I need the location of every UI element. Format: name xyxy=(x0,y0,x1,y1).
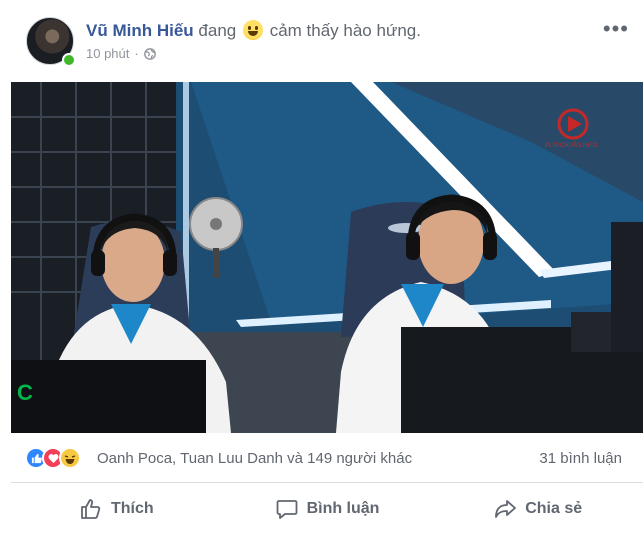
share-label: Chia sẻ xyxy=(525,500,583,517)
post-actions: Thích Bình luận Chia sẻ xyxy=(11,484,643,534)
comment-count[interactable]: 31 bình luận xyxy=(539,450,622,467)
comment-button[interactable]: Bình luận xyxy=(222,484,433,534)
reaction-summary[interactable]: Oanh Poca, Tuan Luu Danh và 149 người kh… xyxy=(97,450,412,467)
side-panel xyxy=(611,222,643,352)
left-monitor xyxy=(11,360,206,433)
activity-suffix: cảm thấy hào hứng. xyxy=(269,21,421,40)
post-card: Vũ Minh Hiếu đang cảm thấy hào hứng. 10 … xyxy=(11,0,643,543)
like-button[interactable]: Thích xyxy=(11,484,222,534)
post-photo[interactable]: PLAYCHUẨN.INFO C xyxy=(11,82,643,433)
reaction-icons[interactable] xyxy=(25,447,81,469)
post-header: Vũ Minh Hiếu đang cảm thấy hào hứng. 10 … xyxy=(11,12,643,72)
globe-icon[interactable] xyxy=(143,47,156,60)
reactions-bar: Oanh Poca, Tuan Luu Danh và 149 người kh… xyxy=(11,433,643,483)
like-label: Thích xyxy=(111,500,154,517)
post-meta: 10 phút · xyxy=(86,46,156,61)
author-name[interactable]: Vũ Minh Hiếu xyxy=(86,21,194,40)
post-title-line: Vũ Minh Hiếu đang cảm thấy hào hứng. xyxy=(86,20,421,41)
meta-separator: · xyxy=(134,46,139,61)
haha-icon[interactable] xyxy=(59,447,81,469)
comment-label: Bình luận xyxy=(306,500,380,517)
share-arrow-icon xyxy=(495,500,517,518)
comment-bubble-icon xyxy=(276,500,297,519)
thumbs-up-icon xyxy=(81,499,101,519)
share-button[interactable]: Chia sẻ xyxy=(432,484,643,534)
photo-scene: PLAYCHUẨN.INFO C xyxy=(11,82,643,433)
watermark-text: PLAYCHUẨN.INFO xyxy=(545,142,598,149)
desk-equipment xyxy=(571,312,611,352)
monitor-logo-text: C xyxy=(17,380,33,405)
more-options-icon[interactable]: ••• xyxy=(603,18,629,40)
online-status-dot xyxy=(62,53,76,67)
activity-prefix: đang xyxy=(198,21,237,40)
grinning-face-emoji-icon xyxy=(242,20,263,40)
post-time[interactable]: 10 phút xyxy=(86,46,129,61)
